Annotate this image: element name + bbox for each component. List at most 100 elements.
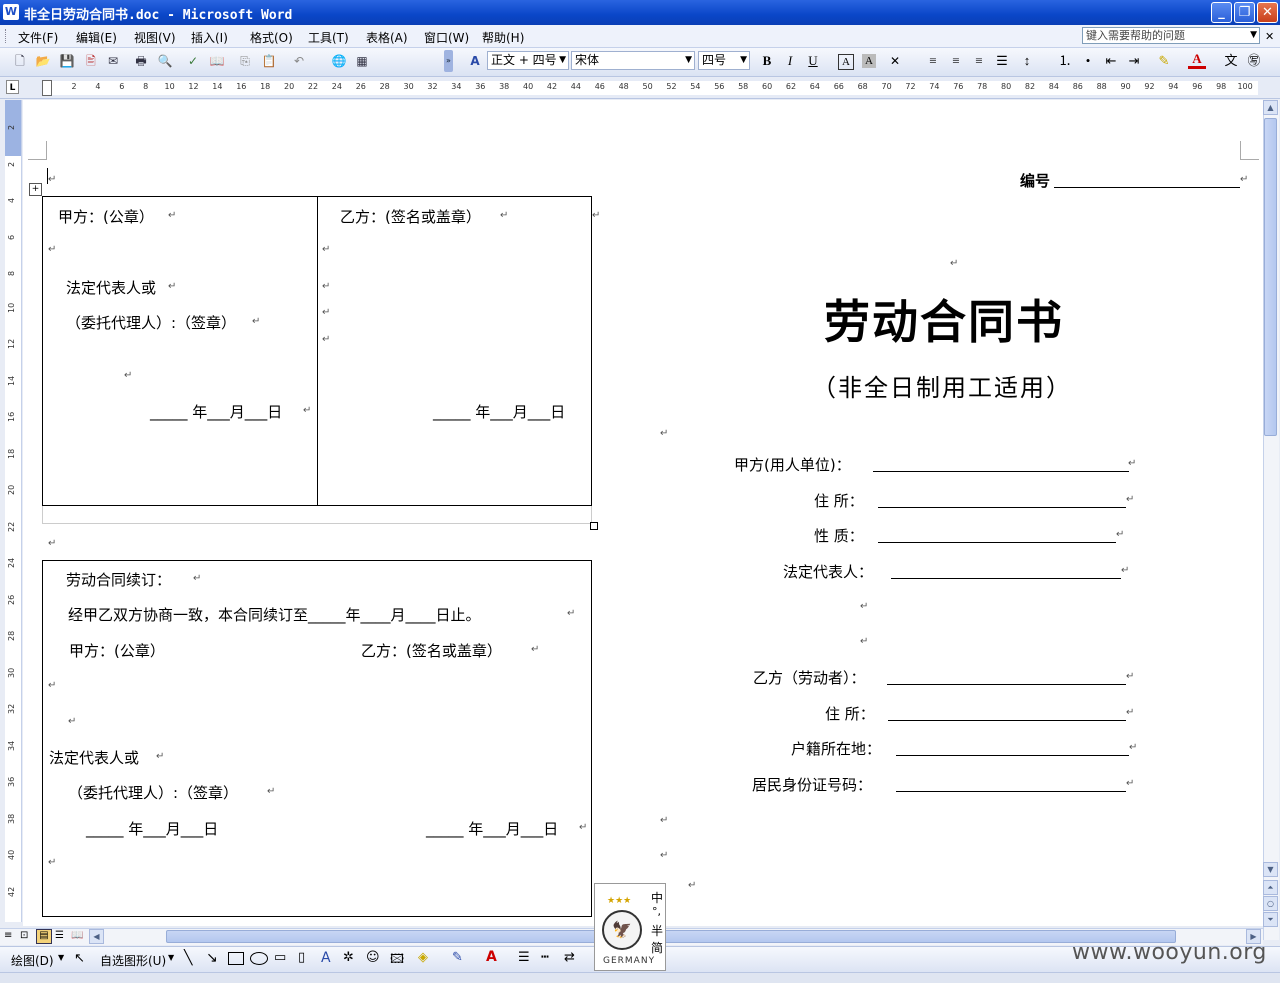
font-combo[interactable]: 宋体 ▼ <box>571 51 695 70</box>
copy-icon[interactable]: ⎘ <box>236 52 254 70</box>
phonetic-guide-icon[interactable]: 文 <box>1222 52 1240 70</box>
diagram-icon[interactable]: ✲ <box>343 950 354 965</box>
clipart-icon[interactable]: ☺ <box>366 950 380 965</box>
menu-edit[interactable]: 编辑(E) <box>76 29 117 46</box>
ime-chinese-mode[interactable]: 中 <box>651 889 663 906</box>
web-view-icon[interactable]: ⊡ <box>20 930 28 941</box>
print-layout-icon[interactable]: ▤ <box>36 929 52 944</box>
horizontal-scroll-thumb[interactable] <box>166 930 1176 943</box>
line-style-icon[interactable]: ☰ <box>518 950 530 965</box>
underline-button[interactable]: U <box>804 52 822 70</box>
line-icon[interactable]: ╲ <box>184 950 192 966</box>
fill-color-icon[interactable]: ◈ <box>418 950 428 965</box>
menu-format[interactable]: 格式(O) <box>250 29 293 46</box>
outline-view-icon[interactable]: ☰ <box>55 930 64 941</box>
line-color-icon[interactable]: ✎ <box>452 950 463 965</box>
new-document-icon[interactable]: 🗋 <box>11 52 29 70</box>
autoshapes-menu[interactable]: 自选图形(U) <box>100 952 166 969</box>
scroll-down-icon[interactable]: ▼ <box>1263 862 1278 877</box>
align-right-icon[interactable]: ≡ <box>970 52 988 70</box>
highlight-icon[interactable]: ✎ <box>1155 52 1173 70</box>
chevron-down-icon[interactable]: ▼ <box>1250 28 1257 43</box>
char-shading-icon[interactable]: A <box>862 54 876 68</box>
hyperlink-icon[interactable]: 🌐 <box>330 52 348 70</box>
menu-help[interactable]: 帮助(H) <box>482 29 524 46</box>
restore-button[interactable]: ❐ <box>1234 2 1255 23</box>
table-move-handle-icon[interactable]: + <box>29 183 42 196</box>
print-preview-icon[interactable]: 🔍 <box>156 52 174 70</box>
email-icon[interactable]: ✉ <box>104 52 122 70</box>
vertical-textbox-icon[interactable]: ▯ <box>298 950 305 965</box>
select-objects-icon[interactable]: ↖ <box>74 951 85 966</box>
picture-icon[interactable]: 🖾 <box>390 950 404 972</box>
chevron-down-icon[interactable]: ▼ <box>58 953 64 962</box>
word-app-icon[interactable]: W <box>3 4 19 20</box>
table-resize-handle[interactable] <box>590 522 598 530</box>
chevron-down-icon[interactable]: ▼ <box>685 52 692 69</box>
char-scale-icon[interactable]: ✕ <box>886 52 904 70</box>
save-icon[interactable]: 💾 <box>58 52 76 70</box>
rectangle-icon[interactable] <box>228 952 244 965</box>
wordart-icon[interactable]: A <box>321 950 331 966</box>
reading-view-icon[interactable]: 📖 <box>71 930 83 941</box>
menu-grip-icon[interactable] <box>5 29 9 43</box>
indent-marker-icon[interactable] <box>42 80 52 96</box>
chevron-down-icon[interactable]: ▼ <box>559 52 566 69</box>
ime-toolbar[interactable]: ★★★ 🦅 中 °, 半 简 GERMANY <box>594 883 666 971</box>
normal-view-icon[interactable]: ≡ <box>4 930 12 941</box>
tab-selector[interactable]: L <box>6 80 19 94</box>
ime-punctuation[interactable]: °, <box>652 905 661 918</box>
close-button[interactable]: ✕ <box>1257 2 1278 23</box>
bold-button[interactable]: B <box>758 52 776 70</box>
menu-table[interactable]: 表格(A) <box>366 29 408 46</box>
help-search-input[interactable]: 键入需要帮助的问题 ▼ <box>1082 27 1260 44</box>
ime-simplified[interactable]: 简 <box>651 939 663 956</box>
char-border-icon[interactable]: A <box>838 54 854 70</box>
insert-table-icon[interactable]: ▦ <box>353 52 371 70</box>
permission-icon[interactable]: 🖹 <box>82 52 100 70</box>
arrow-icon[interactable]: ↘ <box>206 950 218 966</box>
menu-view[interactable]: 视图(V) <box>134 29 176 46</box>
oval-icon[interactable] <box>250 952 268 965</box>
dash-style-icon[interactable]: ┅ <box>541 950 549 965</box>
scroll-up-icon[interactable]: ▲ <box>1263 100 1278 115</box>
bullets-icon[interactable]: • <box>1079 52 1097 70</box>
arrow-style-icon[interactable]: ⇄ <box>564 950 575 965</box>
enclose-chars-icon[interactable]: ㊢ <box>1245 52 1263 70</box>
prev-page-icon[interactable]: ⏶ <box>1263 880 1278 895</box>
close-doc-icon[interactable]: ✕ <box>1265 30 1274 43</box>
numbering-icon[interactable]: ⒈ <box>1056 52 1074 70</box>
print-icon[interactable]: 🖶 <box>132 52 150 70</box>
font-color-icon[interactable]: A <box>1188 52 1206 69</box>
draw-menu[interactable]: 绘图(D) <box>11 952 54 969</box>
align-left-icon[interactable]: ≡ <box>924 52 942 70</box>
increase-indent-icon[interactable]: ⇥ <box>1125 52 1143 70</box>
open-folder-icon[interactable]: 📂 <box>34 52 52 70</box>
styles-pane-icon[interactable]: A <box>466 52 484 70</box>
chevron-down-icon[interactable]: ▼ <box>740 52 747 69</box>
spelling-icon[interactable]: ✓ <box>184 52 202 70</box>
minimize-button[interactable]: _ <box>1211 2 1232 23</box>
scroll-left-icon[interactable]: ◀ <box>89 929 104 944</box>
decrease-indent-icon[interactable]: ⇤ <box>1102 52 1120 70</box>
undo-icon[interactable]: ↶ <box>290 52 308 70</box>
toolbar-options-icon[interactable]: » <box>444 50 453 72</box>
paste-icon[interactable]: 📋 <box>260 52 278 70</box>
chevron-down-icon[interactable]: ▼ <box>168 953 174 962</box>
textbox-icon[interactable]: ▭ <box>274 950 286 965</box>
menu-file[interactable]: 文件(F) <box>18 29 58 46</box>
select-browse-object-icon[interactable]: ○ <box>1263 896 1278 911</box>
italic-button[interactable]: I <box>781 52 799 70</box>
menu-insert[interactable]: 插入(I) <box>191 29 228 46</box>
next-page-icon[interactable]: ⏷ <box>1263 912 1278 927</box>
align-center-icon[interactable]: ≡ <box>947 52 965 70</box>
style-combo[interactable]: 正文 + 四号 ▼ <box>487 51 569 70</box>
line-spacing-icon[interactable]: ↕ <box>1018 52 1036 70</box>
font-size-combo[interactable]: 四号 ▼ <box>698 51 750 70</box>
font-color-draw-icon[interactable]: A <box>486 949 497 965</box>
research-icon[interactable]: 📖 <box>208 52 226 70</box>
vertical-scroll-thumb[interactable] <box>1264 118 1277 436</box>
menu-window[interactable]: 窗口(W) <box>424 29 469 46</box>
justify-icon[interactable]: ☰ <box>993 52 1011 70</box>
ime-half-width[interactable]: 半 <box>651 922 663 939</box>
